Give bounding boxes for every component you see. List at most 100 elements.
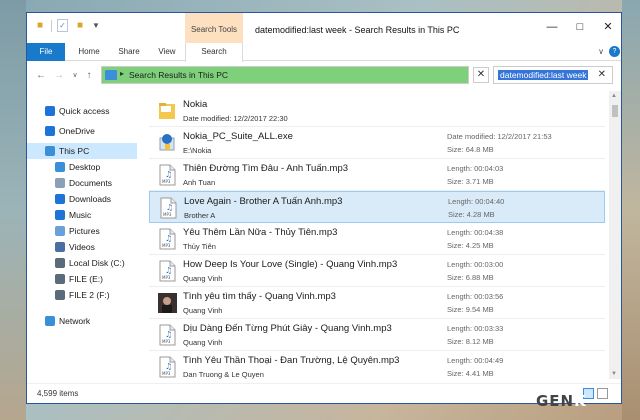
result-name: Love Again - Brother A Tuấn Anh.mp3	[184, 196, 343, 207]
result-subtitle: Quang Vinh	[183, 306, 223, 315]
result-meta-secondary: Size: 4.28 MB	[448, 210, 495, 219]
search-query-text: datemodified:last week	[498, 70, 589, 80]
tab-file[interactable]: File	[27, 43, 65, 61]
close-button[interactable]: ✕	[595, 19, 621, 35]
tab-view[interactable]: View	[151, 43, 183, 61]
result-row[interactable]: ♫ MP3 Love Again - Brother A Tuấn Anh.mp3 B…	[149, 191, 605, 223]
sidebar-item[interactable]: Network	[27, 313, 137, 329]
mp3-file-icon: ♫ MP3	[157, 260, 177, 282]
svg-text:MP3: MP3	[162, 275, 171, 280]
maximize-button[interactable]: □	[567, 19, 593, 35]
title-bar: ■ ✓ ■ ▼ Search Tools datemodified:last w…	[27, 13, 621, 43]
sidebar-item[interactable]: Local Disk (C:)	[27, 255, 137, 271]
new-folder-icon[interactable]: ■	[73, 19, 87, 33]
result-subtitle: Quang Vinh	[183, 338, 223, 347]
sidebar-item[interactable]: Music	[27, 207, 137, 223]
address-bar[interactable]: ▸ Search Results in This PC ∨	[101, 66, 535, 84]
svg-text:MP3: MP3	[162, 179, 171, 184]
navigation-pane: Quick access OneDrive This PC Desktop Docume…	[27, 91, 137, 379]
sidebar-item[interactable]: OneDrive	[27, 123, 137, 139]
result-row[interactable]: ♫ MP3 Thiên Đường Tìm Đâu - Anh Tuấn.mp3 An…	[149, 159, 605, 191]
computer-icon	[45, 146, 55, 156]
result-name: How Deep Is Your Love (Single) - Quang V…	[183, 259, 398, 270]
result-row[interactable]: Nokia_PC_Suite_ALL.exe E:\Nokia Date modif…	[149, 127, 605, 159]
status-bar: 4,599 items	[27, 383, 621, 403]
search-tools-label: Search Tools	[190, 25, 238, 34]
mp3-file-icon: ♫ MP3	[157, 164, 177, 186]
result-row[interactable]: Tình yêu tìm thấy - Quang Vinh.mp3 Quang …	[149, 287, 605, 319]
customize-quick-access-icon[interactable]: ▼	[89, 19, 103, 33]
clear-search-button[interactable]: ✕	[473, 67, 489, 83]
help-icon[interactable]: ?	[609, 46, 620, 57]
videos-icon	[55, 242, 65, 252]
tab-home[interactable]: Home	[71, 43, 107, 61]
result-name: Dịu Dàng Đến Từng Phút Giây - Quang Vinh…	[183, 323, 392, 334]
sidebar-item[interactable]: Documents	[27, 175, 137, 191]
sidebar-item-label: OneDrive	[59, 126, 95, 136]
breadcrumb-chevron-icon[interactable]: ▸	[120, 69, 124, 78]
sidebar-item-label: FILE 2 (F:)	[69, 290, 110, 300]
result-meta-secondary: Size: 4.25 MB	[447, 241, 494, 250]
scroll-up-icon[interactable]: ▲	[611, 93, 617, 99]
mp3-file-icon: ♫ MP3	[157, 356, 177, 378]
large-icons-view-button[interactable]	[597, 388, 608, 399]
sidebar-item-label: Downloads	[69, 194, 112, 204]
sidebar-item[interactable]: This PC	[27, 143, 137, 159]
navigation-bar: ← → ∨ ↑ ▸ Search Results in This PC ∨ ✕ …	[27, 63, 621, 89]
installer-icon	[157, 132, 177, 154]
result-row[interactable]: ♫ MP3 How Deep Is Your Love (Single) - Qua…	[149, 255, 605, 287]
sidebar-item[interactable]: Videos	[27, 239, 137, 255]
sidebar-item[interactable]: FILE 2 (F:)	[27, 287, 137, 303]
vertical-scrollbar[interactable]: ▲ ▼	[609, 91, 621, 379]
svg-text:♫: ♫	[165, 266, 172, 275]
result-subtitle: Quang Vinh	[183, 274, 223, 283]
close-search-icon[interactable]: ✕	[598, 69, 606, 80]
back-arrow-icon[interactable]: ←	[35, 70, 47, 82]
scroll-down-icon[interactable]: ▼	[611, 371, 617, 377]
result-subtitle: Dan Truong & Le Quyen	[183, 370, 264, 379]
search-results-icon	[105, 70, 117, 80]
search-input[interactable]: datemodified:last week ✕	[493, 66, 613, 84]
sidebar-item-label: Quick access	[59, 106, 110, 116]
expand-ribbon-icon[interactable]: ∨	[595, 46, 607, 58]
sidebar-item[interactable]: FILE (E:)	[27, 271, 137, 287]
mp3-file-icon: ♫ MP3	[157, 228, 177, 250]
svg-text:♫: ♫	[165, 234, 172, 243]
svg-text:MP3: MP3	[163, 212, 172, 217]
sidebar-item-label: This PC	[59, 146, 90, 156]
sidebar-item-label: Music	[69, 210, 92, 220]
scroll-thumb[interactable]	[612, 105, 618, 117]
result-subtitle: E:\Nokia	[183, 146, 212, 155]
sidebar-item[interactable]: Pictures	[27, 223, 137, 239]
svg-text:♫: ♫	[166, 203, 173, 212]
drive-icon	[55, 258, 65, 268]
sidebar-item[interactable]: Quick access	[27, 103, 137, 119]
quick-access-divider	[51, 20, 52, 32]
tab-search[interactable]: Search	[185, 43, 243, 62]
forward-arrow-icon[interactable]: →	[53, 70, 65, 82]
result-row[interactable]: ♫ MP3 Yêu Thêm Lần Nữa - Thủy Tiên.mp3 Thủy…	[149, 223, 605, 255]
result-subtitle: Anh Tuan	[183, 178, 216, 187]
sidebar-item[interactable]: Desktop	[27, 159, 137, 175]
result-subtitle: Date modified: 12/2/2017 22:30	[183, 114, 288, 123]
address-path: Search Results in This PC	[129, 70, 229, 80]
svg-text:♫: ♫	[165, 362, 172, 371]
tab-share[interactable]: Share	[111, 43, 147, 61]
minimize-button[interactable]: —	[539, 19, 565, 35]
sidebar-item[interactable]: Downloads	[27, 191, 137, 207]
result-meta-secondary: Size: 8.12 MB	[447, 337, 494, 346]
recent-locations-icon[interactable]: ∨	[69, 70, 81, 82]
result-name: Thiên Đường Tìm Đâu - Anh Tuấn.mp3	[183, 163, 349, 174]
up-arrow-icon[interactable]: ↑	[83, 70, 95, 82]
result-row[interactable]: ♫ MP3 Dịu Dàng Đến Từng Phút Giây - Quang …	[149, 319, 605, 351]
result-row[interactable]: Nokia Date modified: 12/2/2017 22:30	[149, 95, 605, 127]
pictures-icon	[55, 226, 65, 236]
result-meta-primary: Length: 00:03:33	[447, 324, 504, 333]
properties-icon[interactable]: ✓	[57, 19, 68, 32]
network-icon	[45, 316, 55, 326]
result-meta-secondary: Size: 9.54 MB	[447, 305, 494, 314]
sidebar-item-label: Network	[59, 316, 91, 326]
svg-text:♫: ♫	[165, 170, 172, 179]
mp3-file-icon: ♫ MP3	[158, 197, 178, 219]
result-row[interactable]: ♫ MP3 Tình Yêu Thần Thoại - Đan Trường, Lệ…	[149, 351, 605, 379]
